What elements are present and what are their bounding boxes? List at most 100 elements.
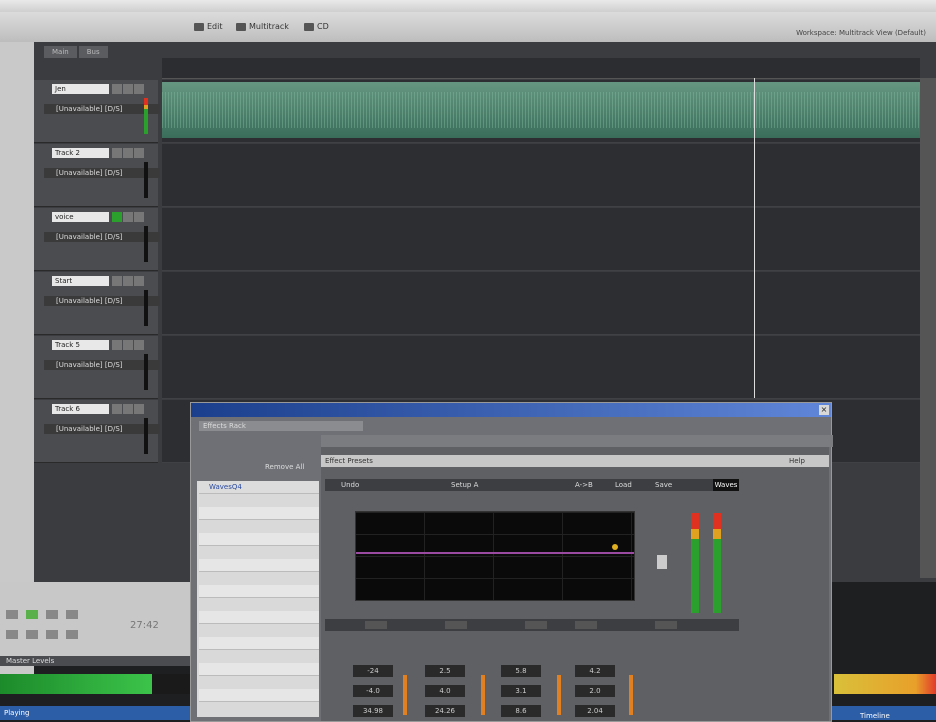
track-name[interactable]: Track 2 [52, 148, 109, 158]
track-lane[interactable] [162, 80, 920, 143]
track-header[interactable]: Track 6 [Unavailable] [D/S] [34, 400, 160, 463]
status-text: Playing [4, 709, 30, 717]
effect-slot[interactable] [199, 533, 319, 546]
effect-slot[interactable] [199, 611, 319, 624]
tab-bus[interactable]: Bus [78, 46, 108, 58]
track-buttons[interactable] [112, 148, 148, 158]
record-button[interactable] [66, 610, 78, 619]
cd-button[interactable]: CD [300, 21, 333, 33]
effect-slot[interactable] [199, 585, 319, 598]
band-button[interactable] [445, 621, 467, 629]
band-button[interactable] [655, 621, 677, 629]
track: Jen [Unavailable] [D/S] [34, 80, 936, 143]
rack-title-bar[interactable]: × [191, 403, 831, 417]
track-buttons[interactable] [112, 340, 148, 350]
track-name[interactable]: voice [52, 212, 109, 222]
eq-curve [356, 552, 634, 554]
freq-value[interactable]: 2.0 [575, 685, 615, 697]
track-header[interactable]: Jen [Unavailable] [D/S] [34, 80, 160, 143]
gain-value[interactable]: 5.8 [501, 665, 541, 677]
track-buttons[interactable] [112, 84, 148, 94]
q-value[interactable]: 2.04 [575, 705, 615, 717]
track-meter [144, 162, 148, 198]
track-header[interactable]: Track 2 [Unavailable] [D/S] [34, 144, 160, 207]
q-value[interactable]: 34.98 [353, 705, 393, 717]
edit-button[interactable]: Edit [190, 21, 227, 33]
help-button[interactable]: Help [789, 455, 805, 467]
track-name[interactable]: Track 6 [52, 404, 109, 414]
track-input[interactable]: [Unavailable] [D/S] [44, 296, 160, 306]
eq-graph[interactable] [355, 511, 635, 601]
track-buttons[interactable] [112, 404, 148, 414]
track-buttons[interactable] [112, 276, 148, 286]
effect-slot[interactable] [199, 663, 319, 676]
track-buttons[interactable] [112, 212, 148, 222]
gain-value[interactable]: -24 [353, 665, 393, 677]
effect-slot[interactable] [199, 689, 319, 702]
tab-main[interactable]: Main [44, 46, 77, 58]
remove-all-button[interactable]: Remove All [265, 463, 304, 471]
close-icon[interactable]: × [819, 405, 829, 415]
playhead[interactable] [754, 78, 755, 398]
a-to-b-button[interactable]: A->B [575, 479, 593, 491]
timeline-ruler[interactable] [162, 58, 920, 79]
multitrack-button[interactable]: Multitrack [232, 21, 293, 33]
fast-forward-button[interactable] [26, 630, 38, 639]
track-meter [144, 418, 148, 454]
output-fader[interactable] [657, 555, 667, 569]
effect-presets-dropdown[interactable]: Effect Presets [325, 455, 373, 467]
track-name[interactable]: Track 5 [52, 340, 109, 350]
go-to-end-button[interactable] [66, 630, 78, 639]
rack-tab[interactable]: Effects Rack [199, 421, 363, 431]
transport-panel: 27:42 [0, 582, 190, 656]
track-header[interactable]: Track 5 [Unavailable] [D/S] [34, 336, 160, 399]
setup-button[interactable]: Setup A [451, 479, 478, 491]
effects-slot-list: WavesQ4 [197, 481, 319, 717]
freq-value[interactable]: -4.0 [353, 685, 393, 697]
plugin-title-bar[interactable] [321, 435, 833, 447]
play-button[interactable] [26, 610, 38, 619]
effect-slot[interactable] [199, 559, 319, 572]
track-header[interactable]: voice [Unavailable] [D/S] [34, 208, 160, 271]
track-input[interactable]: [Unavailable] [D/S] [44, 104, 160, 114]
waves-header: Undo Setup A A->B Load Save Waves [325, 479, 739, 491]
track-input[interactable]: [Unavailable] [D/S] [44, 360, 160, 370]
track-lane[interactable] [162, 336, 920, 399]
stop-button[interactable] [6, 610, 18, 619]
track-input[interactable]: [Unavailable] [D/S] [44, 424, 160, 434]
effect-slot[interactable] [199, 507, 319, 520]
track-lane[interactable] [162, 144, 920, 207]
gain-value[interactable]: 4.2 [575, 665, 615, 677]
edit-icon [194, 22, 204, 31]
track-lane[interactable] [162, 272, 920, 335]
track-name[interactable]: Jen [52, 84, 109, 94]
undo-button[interactable]: Undo [341, 479, 359, 491]
audio-clip[interactable] [162, 82, 920, 138]
gain-value[interactable]: 2.5 [425, 665, 465, 677]
band-button[interactable] [525, 621, 547, 629]
track: Track 5 [Unavailable] [D/S] [34, 336, 936, 399]
track-header[interactable]: Start [Unavailable] [D/S] [34, 272, 160, 335]
band-button[interactable] [365, 621, 387, 629]
q-value[interactable]: 24.26 [425, 705, 465, 717]
rewind-button[interactable] [6, 630, 18, 639]
eq-band-node[interactable] [612, 544, 618, 550]
save-button[interactable]: Save [655, 479, 672, 491]
effect-slot[interactable] [199, 637, 319, 650]
waves-plugin-panel: Effect Presets Help Undo Setup A A->B Lo… [321, 435, 833, 721]
track-input[interactable]: [Unavailable] [D/S] [44, 168, 160, 178]
effect-slot[interactable]: WavesQ4 [199, 481, 319, 494]
track-lane[interactable] [162, 208, 920, 271]
track-input[interactable]: [Unavailable] [D/S] [44, 232, 160, 242]
band-button[interactable] [575, 621, 597, 629]
load-button[interactable]: Load [615, 479, 632, 491]
freq-value[interactable]: 4.0 [425, 685, 465, 697]
q-value[interactable]: 8.6 [501, 705, 541, 717]
freq-value[interactable]: 3.1 [501, 685, 541, 697]
go-to-start-button[interactable] [46, 630, 58, 639]
workspace-selector[interactable]: Workspace: Multitrack View (Default) [796, 29, 926, 37]
vertical-scrollbar[interactable] [920, 78, 936, 578]
time-display: 27:42 [130, 620, 159, 631]
pause-button[interactable] [46, 610, 58, 619]
track-name[interactable]: Start [52, 276, 109, 286]
